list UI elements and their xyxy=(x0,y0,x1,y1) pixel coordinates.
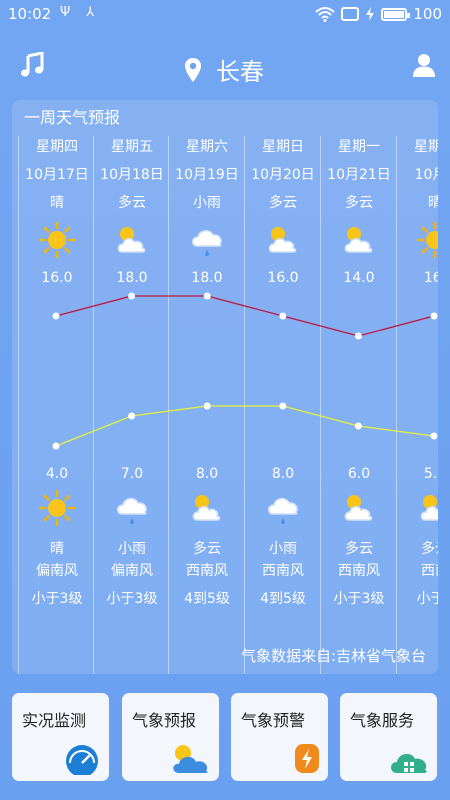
low-temp-line xyxy=(55,405,435,447)
sun-icon xyxy=(39,490,75,526)
forecast-grid[interactable]: 星期四 10月17日 晴 16.0 4.0 晴 偏南风 小于3级 星期五 10月… xyxy=(18,136,438,674)
temperature-trend-chart xyxy=(52,292,438,450)
tile-label: 气象预报 xyxy=(132,711,197,730)
wind-level: 4到5级 xyxy=(260,591,306,607)
wifi-icon xyxy=(315,7,336,22)
wind-direction: 西南风 xyxy=(338,563,380,579)
low-temp-point xyxy=(430,432,438,440)
rain-icon xyxy=(116,497,147,524)
city-name: 长春 xyxy=(216,58,264,86)
tile-weather-forecast[interactable]: 气象预报 xyxy=(122,693,219,781)
tile-weather-warning[interactable]: 气象预警 xyxy=(231,693,328,781)
data-source-note: 气象数据来自:吉林省气象台 xyxy=(240,647,426,665)
tile-label: 气象服务 xyxy=(350,711,415,730)
night-weather: 小雨 xyxy=(118,541,146,557)
night-weather: 晴 xyxy=(50,541,64,557)
status-bar: 10:02 Ψ ⅄ 100 xyxy=(0,0,450,30)
high-temp-point xyxy=(354,332,362,340)
warning-badge-icon xyxy=(295,744,319,773)
battery-icon xyxy=(381,7,411,21)
wind-direction: 西南风 xyxy=(186,563,228,579)
forecast-title: 一周天气预报 xyxy=(24,108,121,127)
status-right: 100 xyxy=(315,5,442,23)
partly-cloudy-icon xyxy=(192,495,221,521)
low-temp-point xyxy=(354,422,362,430)
clock: 10:02 xyxy=(8,5,52,23)
tile-label: 实况监测 xyxy=(22,711,87,730)
wind-level: 小于3级 xyxy=(31,591,83,607)
wind-level: 4到5级 xyxy=(184,591,230,607)
tile-weather-service[interactable]: 气象服务 xyxy=(340,693,437,781)
low-temp-point xyxy=(279,402,287,410)
music-note-icon[interactable] xyxy=(20,52,46,78)
partly-cloudy-icon xyxy=(344,495,373,521)
rain-icon xyxy=(267,497,298,524)
night-weather: 多云 xyxy=(421,541,438,557)
wind-level: 小于3级 xyxy=(106,591,158,607)
partly-cloudy-icon xyxy=(420,495,438,521)
low-temp-point xyxy=(203,402,211,410)
app-header: 长春 xyxy=(0,40,450,90)
location-selector[interactable]: 长春 xyxy=(184,52,264,87)
wind-level: 小于3 xyxy=(416,591,438,607)
map-pin-icon xyxy=(185,57,201,82)
charging-icon xyxy=(366,7,375,21)
tile-live-monitoring[interactable]: 实况监测 xyxy=(12,693,109,781)
night-weather: 多云 xyxy=(345,541,373,557)
tile-label: 气象预警 xyxy=(241,711,306,730)
weekly-forecast-card: 一周天气预报 星期四 10月17日 晴 16.0 4.0 晴 偏南风 小于3级 … xyxy=(12,100,438,674)
high-temp-point xyxy=(52,312,60,320)
usb-icon: Ψ ⅄ xyxy=(60,5,101,20)
low-temp-point xyxy=(128,412,136,420)
wind-direction: 偏南风 xyxy=(111,563,153,579)
high-temp-point xyxy=(203,292,211,300)
sun-cloud-icon xyxy=(173,745,208,773)
screen-icon xyxy=(341,7,360,21)
wind-direction: 西南 xyxy=(421,563,438,579)
high-temp-point xyxy=(430,312,438,320)
battery-level: 100 xyxy=(413,5,442,23)
service-cloud-icon xyxy=(391,753,427,773)
wind-direction: 西南风 xyxy=(262,563,304,579)
wind-level: 小于3级 xyxy=(333,591,385,607)
high-temp-point xyxy=(128,292,136,300)
night-weather: 小雨 xyxy=(269,541,297,557)
high-temp-line xyxy=(55,295,435,337)
night-weather: 多云 xyxy=(193,541,221,557)
gauge-icon xyxy=(66,745,98,775)
high-temp-point xyxy=(279,312,287,320)
low-temp-point xyxy=(52,442,60,450)
wind-direction: 偏南风 xyxy=(36,563,78,579)
person-icon[interactable] xyxy=(412,52,436,78)
